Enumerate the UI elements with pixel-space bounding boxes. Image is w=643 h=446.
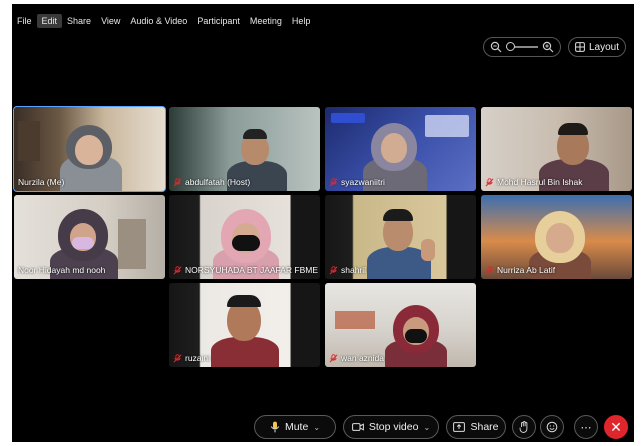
share-label: Share — [470, 421, 499, 433]
muted-mic-icon — [485, 177, 494, 186]
video-tile-wan-aznida[interactable]: wan aznida — [325, 283, 476, 367]
mute-button[interactable]: Mute ⌄ — [254, 415, 336, 439]
zoom-out-icon[interactable] — [490, 41, 502, 53]
video-tile-nurriza[interactable]: Nurriza Ab Latif — [481, 195, 632, 279]
muted-mic-icon — [329, 265, 338, 274]
mute-label: Mute — [284, 421, 309, 433]
participant-name: shahril — [341, 265, 367, 275]
emoji-icon — [546, 421, 558, 433]
participant-name: Noor Hidayah md nooh — [18, 265, 106, 275]
participant-name: NORSYUHADA BT JAAFAR FBME — [185, 265, 319, 275]
microphone-icon — [270, 421, 280, 433]
muted-mic-icon — [173, 265, 182, 274]
raise-hand-button[interactable] — [512, 415, 536, 439]
participant-name: Nurzila (Me) — [18, 177, 65, 187]
participant-name-tag: Mohd Hasrul Bin Ishak — [485, 177, 583, 187]
participant-name-tag: NORSYUHADA BT JAAFAR FBME — [173, 265, 318, 275]
reactions-button[interactable] — [540, 415, 564, 439]
participant-name-tag: abdulfatah (Host) — [173, 177, 250, 187]
layout-label: Layout — [588, 41, 620, 53]
muted-mic-icon — [329, 353, 338, 362]
muted-mic-icon — [485, 265, 494, 274]
leave-meeting-button[interactable]: ✕ — [604, 415, 628, 439]
hand-icon — [519, 421, 528, 433]
layout-button[interactable]: Layout — [568, 37, 626, 57]
menu-help[interactable]: Help — [287, 14, 316, 28]
participant-name-tag: shahril — [329, 265, 366, 275]
menu-edit[interactable]: Edit — [36, 14, 63, 28]
participant-name-tag: wan aznida — [329, 353, 384, 363]
meeting-toolbar: Mute ⌄ Stop video ⌄ Share ⋯ ✕ — [12, 408, 634, 442]
zoom-in-icon[interactable] — [542, 41, 554, 53]
video-tile-shahril[interactable]: shahril — [325, 195, 476, 279]
chevron-down-icon[interactable]: ⌄ — [313, 423, 320, 432]
participant-name-tag: Nurriza Ab Latif — [485, 265, 555, 275]
zoom-slider[interactable] — [506, 42, 538, 51]
zoom-slider-thumb[interactable] — [506, 42, 515, 51]
grid-layout-icon — [575, 42, 585, 52]
video-tile-mohd-hasrul[interactable]: Mohd Hasrul Bin Ishak — [481, 107, 632, 191]
muted-mic-icon — [173, 353, 182, 362]
video-tile-noor-hidayah[interactable]: Noor Hidayah md nooh — [14, 195, 165, 279]
stop-video-label: Stop video — [368, 421, 419, 433]
menu-view[interactable]: View — [96, 14, 125, 28]
participant-name-tag: syazwaniitri — [329, 177, 385, 187]
muted-mic-icon — [329, 177, 338, 186]
stop-video-button[interactable]: Stop video ⌄ — [343, 415, 439, 439]
menu-audio-video[interactable]: Audio & Video — [125, 14, 192, 28]
more-options-button[interactable]: ⋯ — [574, 415, 598, 439]
participant-name: syazwaniitri — [341, 177, 385, 187]
participant-name: wan aznida — [341, 353, 385, 363]
participant-name: Nurriza Ab Latif — [497, 265, 556, 275]
menu-participant[interactable]: Participant — [192, 14, 245, 28]
video-tile-norsyuhada[interactable]: NORSYUHADA BT JAAFAR FBME — [169, 195, 320, 279]
zoom-control — [483, 37, 561, 57]
video-tile-abdulfatah[interactable]: abdulfatah (Host) — [169, 107, 320, 191]
menu-share[interactable]: Share — [62, 14, 96, 28]
close-icon: ✕ — [610, 418, 622, 435]
meeting-window: File Edit Share View Audio & Video Parti… — [12, 4, 634, 442]
menu-bar: File Edit Share View Audio & Video Parti… — [12, 13, 315, 29]
participant-name: Mohd Hasrul Bin Ishak — [497, 177, 583, 187]
participant-name: abdulfatah (Host) — [185, 177, 251, 187]
participant-name: ruzaini — [185, 353, 211, 363]
participant-name-tag: Nurzila (Me) — [18, 177, 64, 187]
video-tile-syazwaniitri[interactable]: syazwaniitri — [325, 107, 476, 191]
video-tile-nurzila[interactable]: Nurzila (Me) — [13, 106, 166, 192]
menu-meeting[interactable]: Meeting — [245, 14, 287, 28]
share-button[interactable]: Share — [446, 415, 506, 439]
muted-mic-icon — [173, 177, 182, 186]
more-icon: ⋯ — [580, 421, 592, 434]
video-camera-icon — [351, 423, 364, 431]
video-tile-ruzaini[interactable]: ruzaini — [169, 283, 320, 367]
participant-name-tag: ruzaini — [173, 353, 210, 363]
chevron-down-icon[interactable]: ⌄ — [423, 423, 430, 432]
menu-file[interactable]: File — [12, 14, 37, 28]
share-screen-icon — [453, 422, 466, 432]
participant-name-tag: Noor Hidayah md nooh — [18, 265, 105, 275]
